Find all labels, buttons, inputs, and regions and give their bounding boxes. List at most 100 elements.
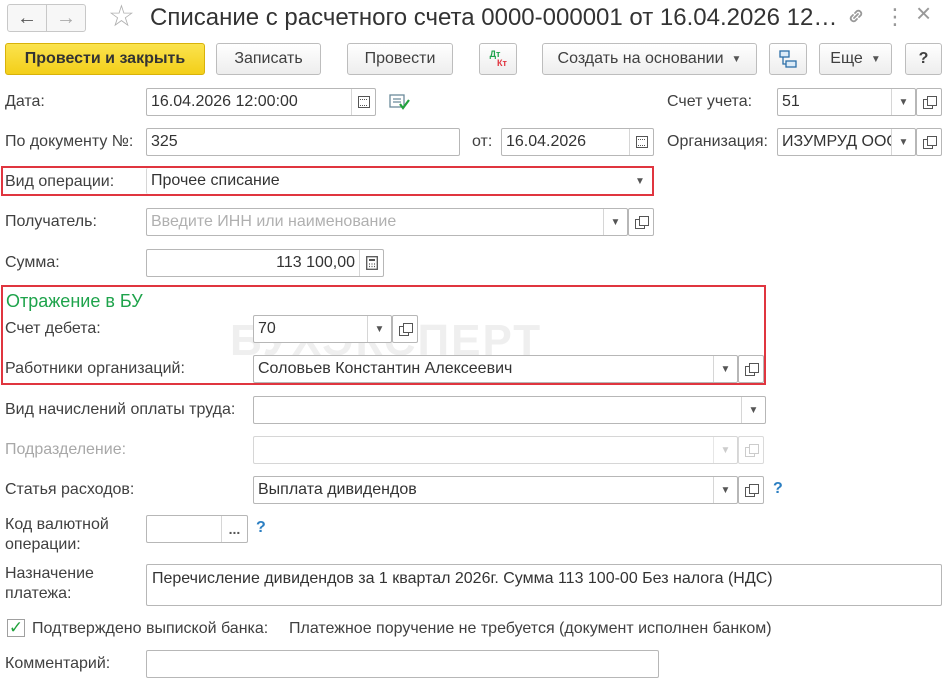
employees-value: Соловьев Константин Алексеевич — [258, 360, 513, 377]
open-icon — [745, 363, 759, 376]
checkmark-icon: ✓ — [8, 618, 24, 637]
currency-code-field[interactable]: ... — [146, 515, 248, 543]
create-based-on-label: Создать на основании — [557, 50, 724, 67]
debit-account-field[interactable]: 70 ▼ — [253, 315, 392, 343]
more-vertical-icon[interactable]: ⋮ — [884, 6, 906, 28]
currency-code-value — [147, 516, 221, 542]
open-account-button[interactable] — [916, 88, 942, 116]
arrow-right-icon: → — [56, 6, 76, 29]
structure-button[interactable] — [769, 43, 807, 75]
open-employee-button[interactable] — [738, 355, 764, 383]
document-check-icon[interactable] — [389, 93, 411, 116]
operation-type-label: Вид операции: — [5, 173, 115, 190]
recipient-field[interactable]: Введите ИНН или наименование ▼ — [146, 208, 628, 236]
date-value: 16.04.2026 12:00:00 — [151, 93, 298, 110]
more-button[interactable]: Еще ▼ — [819, 43, 892, 75]
open-icon — [635, 216, 649, 229]
calendar-button[interactable] — [629, 129, 653, 155]
open-icon — [923, 96, 937, 109]
chevron-down-icon[interactable]: ▼ — [741, 397, 765, 423]
dt-kt-button[interactable]: Дт Кт — [479, 43, 517, 75]
expense-item-value: Выплата дивидендов — [258, 481, 417, 498]
chevron-down-icon: ▼ — [731, 53, 742, 65]
account-field[interactable]: 51 ▼ — [777, 88, 916, 116]
comment-field[interactable] — [146, 650, 659, 678]
payroll-type-label: Вид начислений оплаты труда: — [5, 401, 236, 418]
link-icon[interactable] — [846, 6, 866, 32]
open-icon — [745, 444, 759, 457]
open-icon — [745, 484, 759, 497]
chevron-down-icon[interactable]: ▼ — [628, 168, 652, 194]
subdivision-label: Подразделение: — [5, 441, 127, 458]
calculator-button[interactable] — [359, 250, 383, 276]
organization-field[interactable]: ИЗУМРУД ООО ▼ — [777, 128, 916, 156]
organization-value: ИЗУМРУД ООО — [782, 133, 891, 150]
date-field[interactable]: 16.04.2026 12:00:00 — [146, 88, 376, 116]
open-recipient-button[interactable] — [628, 208, 654, 236]
chevron-down-icon[interactable]: ▼ — [891, 89, 915, 115]
calendar-button[interactable] — [351, 89, 375, 115]
sum-field[interactable]: 113 100,00 — [146, 249, 384, 277]
open-expense-item-button[interactable] — [738, 476, 764, 504]
save-button[interactable]: Записать — [216, 43, 321, 75]
date-label: Дата: — [5, 93, 45, 110]
help-icon[interactable]: ? — [256, 519, 266, 537]
docnum-value: 325 — [151, 133, 178, 150]
more-label: Еще — [830, 50, 863, 67]
expense-item-field[interactable]: Выплата дивидендов ▼ — [253, 476, 738, 504]
from-date-field[interactable]: 16.04.2026 — [501, 128, 654, 156]
operation-type-field[interactable]: Прочее списание ▼ — [146, 168, 652, 194]
chevron-down-icon[interactable]: ▼ — [367, 316, 391, 342]
chevron-down-icon[interactable]: ▼ — [603, 209, 627, 235]
payroll-type-value — [254, 397, 741, 423]
organization-label: Организация: — [667, 133, 768, 150]
calendar-icon — [635, 136, 648, 148]
calculator-icon — [365, 256, 378, 270]
employees-label: Работники организаций: — [5, 360, 185, 377]
sum-value: 113 100,00 — [276, 254, 355, 271]
chevron-down-icon[interactable]: ▼ — [891, 129, 915, 155]
close-icon[interactable]: × — [916, 0, 931, 26]
favorite-star-icon[interactable]: ☆ — [108, 1, 135, 33]
debit-account-value: 70 — [258, 320, 276, 337]
bank-confirmed-checkbox[interactable]: ✓ — [7, 619, 25, 637]
bank-confirmed-label: Подтверждено выпиской банка: — [32, 620, 269, 637]
subdivision-field: ▼ — [253, 436, 738, 464]
docnum-field[interactable]: 325 — [146, 128, 460, 156]
payroll-type-field[interactable]: ▼ — [253, 396, 766, 424]
expense-item-label: Статья расходов: — [5, 481, 135, 498]
sum-label: Сумма: — [5, 254, 60, 271]
comment-label: Комментарий: — [5, 655, 111, 672]
recipient-placeholder: Введите ИНН или наименование — [151, 213, 397, 230]
from-date-value: 16.04.2026 — [506, 133, 587, 150]
help-icon[interactable]: ? — [773, 480, 783, 498]
hierarchy-icon — [779, 50, 797, 68]
help-button[interactable]: ? — [905, 43, 942, 75]
subdivision-value — [254, 437, 713, 463]
chevron-down-icon[interactable]: ▼ — [713, 477, 737, 503]
purpose-label-line1: Назначение — [5, 565, 94, 582]
post-button[interactable]: Провести — [347, 43, 453, 75]
currency-code-label-line2: операции: — [5, 536, 81, 553]
kt-label: Кт — [497, 58, 507, 68]
payment-purpose-textarea[interactable]: Перечисление дивидендов за 1 квартал 202… — [146, 564, 942, 606]
open-debit-account-button[interactable] — [392, 315, 418, 343]
open-organization-button[interactable] — [916, 128, 942, 156]
from-date-label: от: — [472, 133, 493, 150]
employees-field[interactable]: Соловьев Константин Алексеевич ▼ — [253, 355, 738, 383]
chevron-down-icon[interactable]: ▼ — [713, 356, 737, 382]
purpose-label-line2: платежа: — [5, 585, 72, 602]
comment-value — [147, 651, 658, 677]
forward-button[interactable]: → — [46, 4, 86, 32]
post-and-close-button[interactable]: Провести и закрыть — [5, 43, 205, 75]
select-button[interactable]: ... — [221, 516, 247, 542]
recipient-label: Получатель: — [5, 213, 97, 230]
payment-order-status: Платежное поручение не требуется (докуме… — [289, 620, 772, 637]
operation-type-value: Прочее списание — [151, 172, 280, 189]
account-label: Счет учета: — [667, 93, 753, 110]
chevron-down-icon: ▼ — [870, 53, 881, 65]
arrow-left-icon: ← — [17, 6, 37, 29]
create-based-on-button[interactable]: Создать на основании ▼ — [542, 43, 757, 75]
docnum-label: По документу №: — [5, 133, 134, 150]
back-button[interactable]: ← — [7, 4, 47, 32]
